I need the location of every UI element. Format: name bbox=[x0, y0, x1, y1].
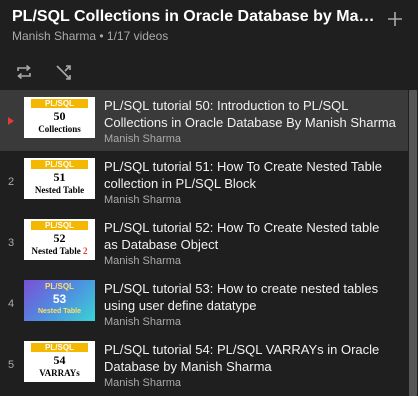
playlist-item[interactable]: 2 PL/SQL 51 Nested Table PL/SQL tutorial… bbox=[0, 151, 408, 212]
add-to-playlist-button[interactable] bbox=[382, 6, 408, 32]
scrollbar-thumb[interactable] bbox=[409, 90, 417, 396]
video-thumbnail[interactable]: PL/SQL 52 Nested Table 2 bbox=[24, 219, 95, 260]
plus-icon bbox=[388, 12, 402, 26]
thumbnail-subtitle-accent: 2 bbox=[83, 246, 88, 256]
shuffle-button[interactable] bbox=[52, 60, 76, 84]
video-title[interactable]: PL/SQL tutorial 50: Introduction to PL/S… bbox=[104, 97, 396, 131]
playlist-item[interactable]: 4 PL/SQL 53 Nested Table PL/SQL tutorial… bbox=[0, 273, 408, 334]
thumbnail-subtitle: VARRAYs bbox=[39, 368, 80, 378]
thumbnail-subtitle: Nested Table bbox=[37, 308, 82, 315]
video-title[interactable]: PL/SQL tutorial 52: How To Create Nested… bbox=[104, 219, 396, 253]
video-thumbnail[interactable]: PL/SQL 53 Nested Table bbox=[24, 280, 95, 321]
thumbnail-subtitle: Collections bbox=[38, 124, 81, 134]
video-title[interactable]: PL/SQL tutorial 51: How To Create Nested… bbox=[104, 158, 396, 192]
shuffle-icon bbox=[56, 65, 71, 80]
thumbnail-number: 53 bbox=[52, 292, 67, 306]
thumbnail-subtitle: Nested Table bbox=[34, 185, 85, 195]
thumbnail-band: PL/SQL bbox=[45, 282, 74, 291]
playlist-item[interactable]: 3 PL/SQL 52 Nested Table 2 PL/SQL tutori… bbox=[0, 212, 408, 273]
now-playing-indicator bbox=[0, 90, 22, 151]
video-title[interactable]: PL/SQL tutorial 53: How to create nested… bbox=[104, 280, 396, 314]
thumbnail-band: PL/SQL bbox=[31, 221, 88, 230]
video-channel: Manish Sharma bbox=[104, 133, 182, 145]
video-channel: Manish Sharma bbox=[104, 316, 182, 328]
video-index: 4 bbox=[7, 297, 15, 310]
thumbnail-number: 54 bbox=[53, 353, 66, 367]
thumbnail-band: PL/SQL bbox=[31, 160, 88, 169]
thumbnail-subtitle: Nested Table 2 bbox=[31, 246, 88, 256]
playlist-item[interactable]: PL/SQL 50 Collections PL/SQL tutorial 50… bbox=[0, 90, 408, 151]
thumbnail-band: PL/SQL bbox=[31, 343, 88, 352]
video-index: 2 bbox=[7, 175, 15, 188]
loop-icon bbox=[17, 64, 31, 80]
thumbnail-number: 51 bbox=[53, 170, 66, 184]
thumbnail-band: PL/SQL bbox=[31, 99, 88, 108]
loop-button[interactable] bbox=[12, 60, 36, 84]
video-index: 3 bbox=[7, 236, 15, 249]
playlist-item[interactable]: 5 PL/SQL 54 VARRAYs PL/SQL tutorial 54: … bbox=[0, 334, 408, 395]
playlist-title[interactable]: PL/SQL Collections in Oracle Database by… bbox=[12, 6, 380, 28]
video-thumbnail[interactable]: PL/SQL 50 Collections bbox=[24, 97, 95, 138]
playlist-items: PL/SQL 50 Collections PL/SQL tutorial 50… bbox=[0, 90, 408, 396]
video-channel: Manish Sharma bbox=[104, 194, 182, 206]
scrollbar[interactable] bbox=[408, 90, 418, 396]
playlist-header: PL/SQL Collections in Oracle Database by… bbox=[0, 0, 418, 90]
video-channel: Manish Sharma bbox=[104, 377, 182, 389]
thumbnail-number: 52 bbox=[53, 231, 66, 245]
playlist-meta: Manish Sharma • 1/17 videos bbox=[12, 29, 169, 43]
video-channel: Manish Sharma bbox=[104, 255, 182, 267]
play-indicator-icon bbox=[8, 116, 14, 125]
video-index: 5 bbox=[7, 358, 15, 371]
video-thumbnail[interactable]: PL/SQL 51 Nested Table bbox=[24, 158, 95, 199]
thumbnail-number: 50 bbox=[53, 109, 66, 123]
video-thumbnail[interactable]: PL/SQL 54 VARRAYs bbox=[24, 341, 95, 382]
video-title[interactable]: PL/SQL tutorial 54: PL/SQL VARRAYs in Or… bbox=[104, 341, 396, 375]
